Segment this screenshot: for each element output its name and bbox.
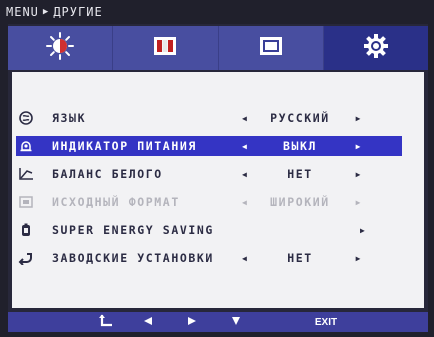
- white-balance-icon: [16, 167, 36, 181]
- right-arrow-icon[interactable]: ▶: [360, 226, 366, 235]
- osd-window: MENU ▶ ДРУГИЕ ЯЗЫК ◀ РУССКИЙ ▶ ИНДИКАТОР…: [0, 0, 434, 337]
- tab-bar: [8, 26, 428, 70]
- menu-item-power-indicator[interactable]: ИНДИКАТОР ПИТАНИЯ ◀ ВЫКЛ ▶: [16, 136, 402, 156]
- power-indicator-value[interactable]: ◀ ВЫКЛ ▶: [242, 139, 362, 153]
- value-text: НЕТ: [287, 251, 313, 265]
- brightness-icon: [45, 31, 75, 65]
- right-button[interactable]: [182, 312, 202, 332]
- energy-saving-icon: [16, 223, 36, 237]
- color-bars-icon: [153, 36, 177, 60]
- value-text: ШИРОКИЙ: [270, 195, 330, 209]
- language-value[interactable]: ◀ РУССКИЙ ▶: [242, 111, 362, 125]
- down-button[interactable]: [226, 312, 246, 332]
- right-arrow-icon[interactable]: ▶: [356, 114, 362, 123]
- menu-item-super-energy-saving[interactable]: SUPER ENERGY SAVING ▶: [16, 220, 402, 240]
- menu-item-label: SUPER ENERGY SAVING: [52, 223, 214, 237]
- tab-color[interactable]: [113, 26, 219, 70]
- tab-display[interactable]: [218, 26, 324, 70]
- value-text: ВЫКЛ: [282, 139, 318, 153]
- aspect-ratio-value: ◀ ШИРОКИЙ ▶: [242, 195, 362, 209]
- return-icon: [99, 314, 113, 331]
- value-text: НЕТ: [287, 167, 313, 181]
- tab-picture[interactable]: [8, 26, 114, 70]
- right-arrow-icon[interactable]: ▶: [356, 254, 362, 263]
- gear-icon: [362, 32, 390, 64]
- reset-icon: [16, 251, 36, 265]
- menu-item-white-balance[interactable]: БАЛАНС БЕЛОГО ◀ НЕТ ▶: [16, 164, 402, 184]
- breadcrumb-current: ДРУГИЕ: [53, 5, 103, 19]
- right-arrow-icon: ▶: [355, 197, 362, 207]
- tab-other[interactable]: [323, 26, 428, 70]
- control-bar: [8, 312, 428, 332]
- down-triangle-icon: [231, 316, 241, 329]
- right-triangle-icon: [187, 316, 197, 329]
- menu-item-factory-reset[interactable]: ЗАВОДСКИЕ УСТАНОВКИ ◀ НЕТ ▶: [16, 248, 402, 268]
- left-triangle-icon: [143, 316, 153, 329]
- left-button[interactable]: [138, 312, 158, 332]
- white-balance-value[interactable]: ◀ НЕТ ▶: [242, 167, 362, 181]
- exit-button[interactable]: EXIT: [306, 312, 346, 332]
- menu-item-aspect-ratio: ИСХОДНЫЙ ФОРМАТ ◀ ШИРОКИЙ ▶: [16, 192, 402, 212]
- screen-icon: [259, 36, 283, 60]
- menu-item-language[interactable]: ЯЗЫК ◀ РУССКИЙ ▶: [16, 108, 402, 128]
- right-arrow-icon[interactable]: ▶: [356, 142, 362, 151]
- factory-reset-value[interactable]: ◀ НЕТ ▶: [242, 251, 362, 265]
- breadcrumb: MENU ▶ ДРУГИЕ: [6, 4, 103, 20]
- return-button[interactable]: [96, 312, 116, 332]
- right-arrow-icon[interactable]: ▶: [356, 170, 362, 179]
- value-text: РУССКИЙ: [270, 111, 330, 125]
- language-icon: [16, 111, 36, 125]
- breadcrumb-arrow-icon: ▶: [42, 7, 50, 17]
- breadcrumb-root[interactable]: MENU: [6, 5, 39, 19]
- power-indicator-icon: [16, 139, 36, 153]
- aspect-ratio-icon: [16, 195, 36, 209]
